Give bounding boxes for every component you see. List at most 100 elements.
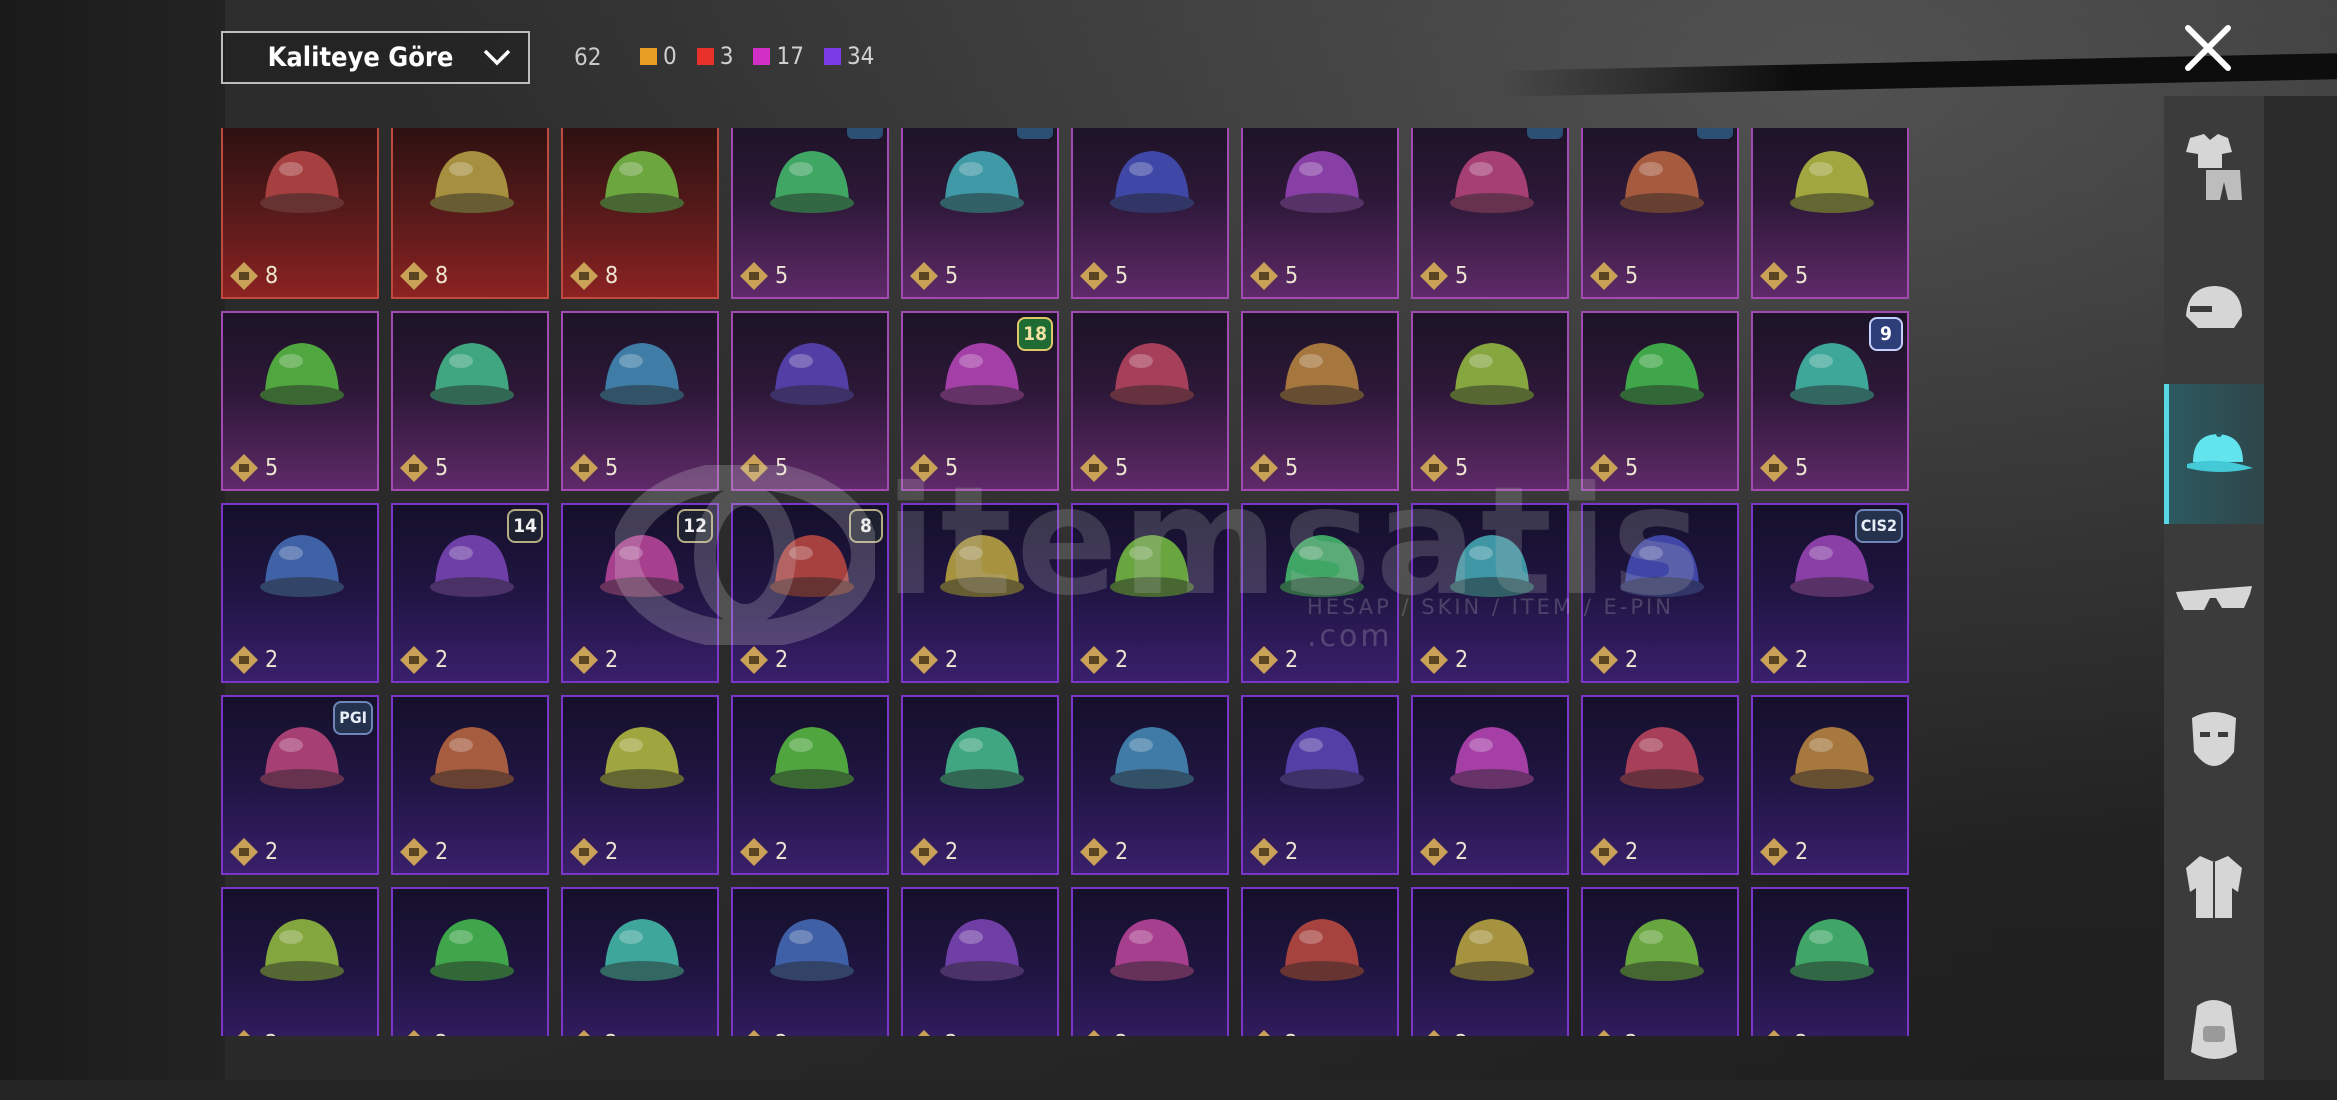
item-tile[interactable]: 5 — [1411, 311, 1569, 491]
item-tile[interactable]: 2 — [1581, 695, 1739, 875]
counter-common-value: 34 — [846, 42, 875, 70]
item-tile[interactable]: 2 — [731, 695, 889, 875]
item-tile[interactable]: 2 — [1241, 503, 1399, 683]
item-tile[interactable]: 8 — [561, 128, 719, 299]
item-tile[interactable]: 5 — [1751, 128, 1909, 299]
item-badge: CIS2 — [1854, 509, 1903, 543]
counter-common: 34 — [823, 42, 875, 70]
item-tile[interactable]: 2 — [901, 503, 1059, 683]
item-tile[interactable]: 12 2 — [561, 503, 719, 683]
item-tile[interactable]: 2 — [901, 695, 1059, 875]
item-tile[interactable]: 5 — [1241, 128, 1399, 299]
item-tile[interactable]: 2 — [221, 887, 379, 1036]
chevron-down-icon — [483, 49, 511, 66]
tier-badge-icon — [1527, 128, 1563, 139]
frog-hat-icon — [770, 343, 854, 405]
item-tile[interactable]: 5 — [901, 128, 1059, 299]
category-glasses[interactable] — [2164, 528, 2264, 668]
red-fez-icon — [1620, 535, 1704, 597]
category-helmet[interactable] — [2164, 240, 2264, 380]
item-cost-value: 2 — [1455, 1031, 1468, 1036]
item-cost: 5 — [1589, 261, 1638, 291]
item-tile[interactable]: 2 — [1241, 887, 1399, 1036]
item-tile[interactable]: CIS2 2 — [1751, 503, 1909, 683]
item-tile[interactable]: 2 — [1071, 887, 1229, 1036]
teal-cap-icon — [940, 535, 1024, 597]
item-tile[interactable]: 5 — [1581, 128, 1739, 299]
item-grid: 8 8 8 5 5 5 5 5 5 5 5 5 5 5 18 5 5 5 5 5 9 5 2 14 2 12 2 8 2 2 2 2 2 2 CIS… — [221, 128, 1909, 1036]
item-cost-value: 2 — [1115, 839, 1129, 865]
item-cost-value: 5 — [1115, 455, 1129, 481]
item-tile[interactable]: 2 — [731, 887, 889, 1036]
coupon-icon — [740, 454, 768, 482]
dark-knight-helmet-icon — [1620, 151, 1704, 213]
item-tile[interactable]: 2 — [1411, 695, 1569, 875]
item-tile[interactable]: 2 — [1581, 503, 1739, 683]
item-tile[interactable]: 2 — [1071, 695, 1229, 875]
item-tile[interactable]: 2 — [221, 503, 379, 683]
item-tile[interactable]: 14 2 — [391, 503, 549, 683]
category-cap[interactable] — [2164, 384, 2264, 524]
item-tile[interactable]: 2 — [1241, 695, 1399, 875]
item-tile[interactable]: 2 — [901, 887, 1059, 1036]
item-tile[interactable]: 2 — [1751, 887, 1909, 1036]
close-icon[interactable] — [2180, 20, 2236, 76]
item-tile[interactable]: 2 — [1581, 887, 1739, 1036]
item-tile[interactable]: 2 — [561, 695, 719, 875]
item-tile[interactable]: 5 — [1071, 311, 1229, 491]
navy-baseball-cap-icon — [770, 727, 854, 789]
item-cost: 5 — [909, 261, 958, 291]
item-cost-value: 2 — [265, 839, 279, 865]
coupon-icon — [740, 262, 768, 290]
item-tile[interactable]: 8 — [391, 128, 549, 299]
item-tile[interactable]: 5 — [391, 311, 549, 491]
item-cost: 5 — [1759, 261, 1808, 291]
item-tile[interactable]: 82 — [731, 503, 889, 683]
item-tile[interactable]: 2 — [1751, 695, 1909, 875]
coupon-icon — [1598, 1030, 1610, 1036]
item-tile[interactable]: 2 — [1411, 503, 1569, 683]
item-cost: 5 — [1079, 261, 1128, 291]
luchador-mask-icon — [430, 343, 514, 405]
rarity-counters: 0 3 17 34 — [640, 42, 886, 70]
item-cost: 2 — [739, 1029, 788, 1036]
item-tile[interactable]: 2 — [391, 695, 549, 875]
item-tile[interactable]: 5 — [1071, 128, 1229, 299]
item-tile[interactable]: 5 — [1241, 311, 1399, 491]
helmet-icon — [2186, 286, 2242, 328]
item-tile[interactable]: 2 — [1071, 503, 1229, 683]
cap-icon — [2186, 431, 2253, 472]
item-cost: 5 — [739, 453, 788, 483]
tier-badge-icon — [1697, 128, 1733, 139]
item-tile[interactable]: 5 — [731, 128, 889, 299]
item-tile[interactable]: 2 — [391, 887, 549, 1036]
skull-hair-mask-icon — [1450, 343, 1534, 405]
sort-dropdown[interactable]: Kaliteye Göre — [221, 31, 530, 84]
category-backpack[interactable] — [2164, 960, 2264, 1100]
item-tile[interactable]: 8 — [221, 128, 379, 299]
rare-swatch — [753, 47, 771, 65]
item-tile[interactable]: 5 — [561, 311, 719, 491]
coupon-icon — [408, 1030, 420, 1036]
black-top-hat-icon — [600, 919, 684, 981]
item-tile[interactable]: PGI 2 — [221, 695, 379, 875]
coupon-icon — [238, 1030, 250, 1036]
item-tile[interactable]: 5 — [221, 311, 379, 491]
category-outfit[interactable] — [2164, 96, 2264, 236]
item-tile[interactable]: 5 — [1581, 311, 1739, 491]
category-mask[interactable] — [2164, 672, 2264, 812]
category-jacket[interactable] — [2164, 816, 2264, 956]
item-tile[interactable]: 18 5 — [901, 311, 1059, 491]
item-tile[interactable]: 95 — [1751, 311, 1909, 491]
item-cost: 5 — [229, 453, 278, 483]
mask-icon — [2192, 712, 2236, 766]
item-grid-viewport[interactable]: 8 8 8 5 5 5 5 5 5 5 5 5 5 5 18 5 5 5 5 5 9 5 2 14 2 12 2 8 2 2 2 2 2 2 CIS… — [221, 128, 1913, 1036]
item-tile[interactable]: 2 — [561, 887, 719, 1036]
coupon-icon — [570, 838, 598, 866]
counter-rare: 17 — [753, 42, 804, 70]
item-tile[interactable]: 5 — [731, 311, 889, 491]
tier-badge-icon — [1017, 128, 1053, 139]
purple-hair-icon — [940, 151, 1024, 213]
item-tile[interactable]: 2 — [1411, 887, 1569, 1036]
item-tile[interactable]: 5 — [1411, 128, 1569, 299]
